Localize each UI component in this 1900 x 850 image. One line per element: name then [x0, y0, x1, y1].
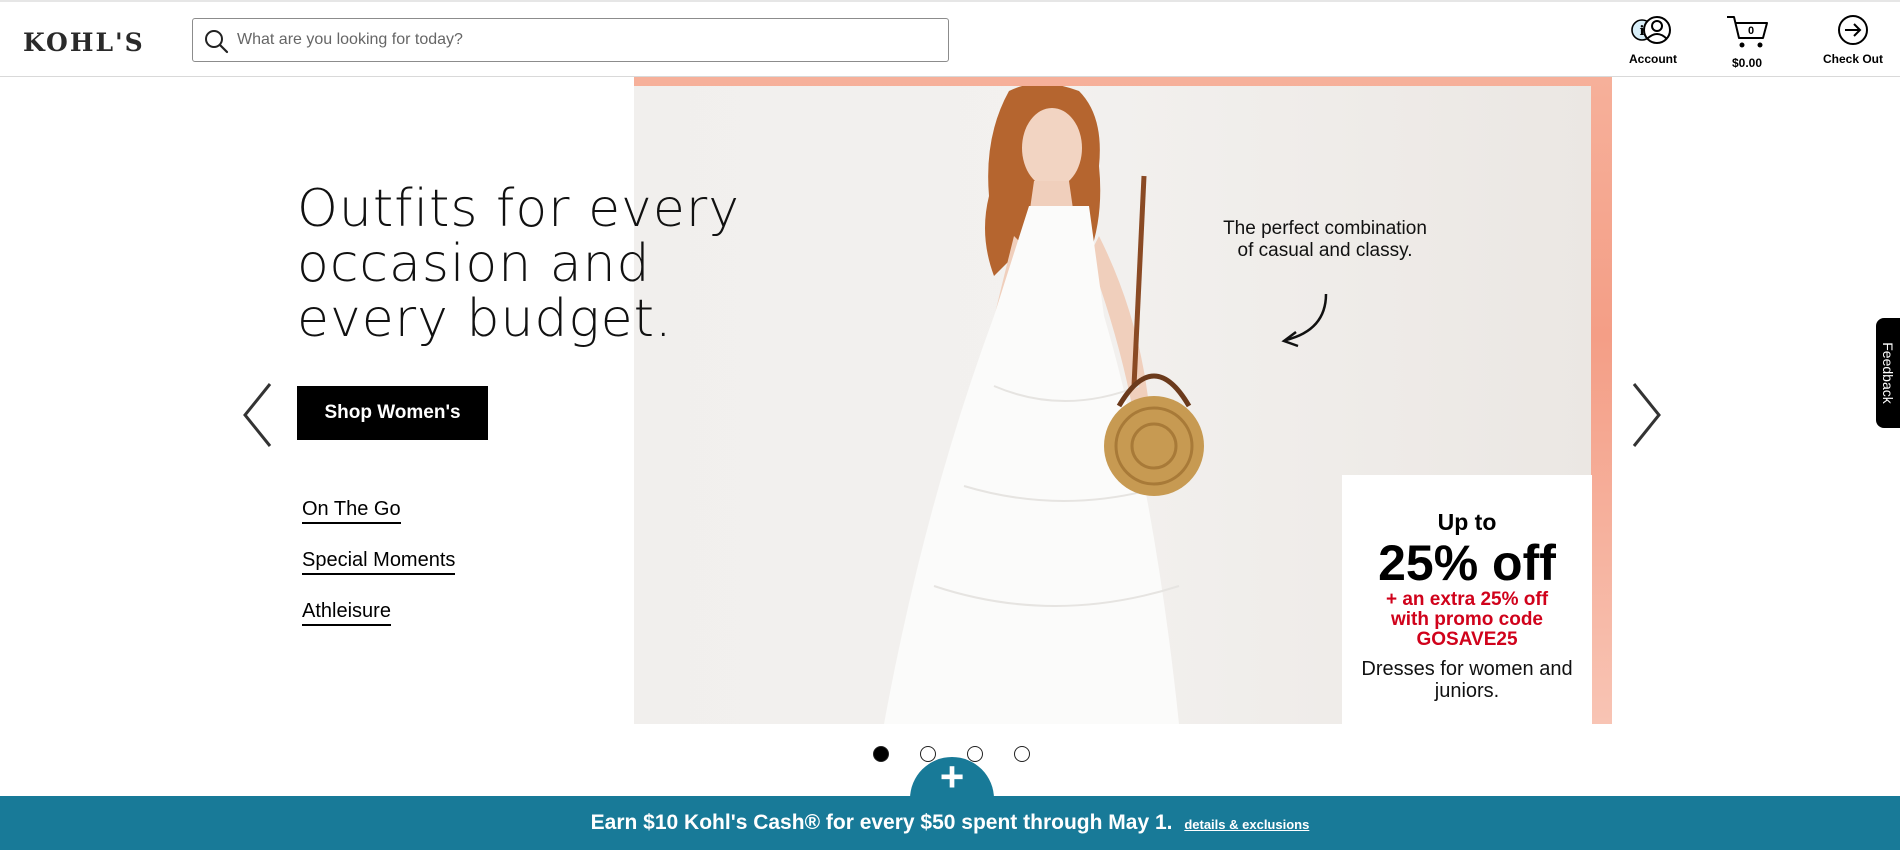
kohls-cash-banner: Earn $10 Kohl's Cash® for every $50 spen…	[0, 796, 1900, 850]
chevron-left-icon[interactable]	[240, 380, 274, 450]
feedback-tab[interactable]: Feedback	[1876, 318, 1900, 428]
account-label: Account	[1629, 52, 1677, 66]
account-button[interactable]: i Account	[1618, 14, 1688, 66]
promo-box[interactable]: Up to 25% off + an extra 25% off with pr…	[1342, 475, 1592, 724]
site-header: KOHL'S i Account 0 $0.00	[0, 0, 1900, 77]
search-icon[interactable]	[203, 28, 229, 54]
promo-code: GOSAVE25	[1416, 629, 1518, 650]
promo-discount: 25% off	[1378, 535, 1556, 591]
plus-icon: +	[939, 753, 965, 800]
promo-description: Dresses for women and juniors.	[1361, 658, 1573, 702]
checkout-button[interactable]: Check Out	[1815, 14, 1891, 66]
checkout-arrow-icon	[1838, 15, 1868, 45]
carousel-dot-3[interactable]	[967, 746, 983, 762]
details-exclusions-link[interactable]: details & exclusions	[1184, 817, 1309, 832]
promo-extra-line1: + an extra 25% off	[1385, 589, 1549, 610]
cart-total-label: $0.00	[1731, 56, 1763, 70]
link-on-the-go[interactable]: On The Go	[302, 497, 401, 524]
curved-arrow-icon	[1281, 293, 1328, 348]
promo-extra-line2: with promo code	[1391, 609, 1543, 630]
cart-icon: 0	[1727, 16, 1768, 48]
link-special-moments[interactable]: Special Moments	[302, 548, 456, 575]
hero-headline: Outfits for every occasion and every bud…	[297, 179, 740, 349]
search-input[interactable]	[237, 19, 937, 61]
chevron-right-icon[interactable]	[1630, 380, 1664, 450]
carousel-dot-4[interactable]	[1014, 746, 1030, 762]
kohls-logo[interactable]: KOHL'S	[23, 28, 145, 57]
carousel-dot-2[interactable]	[920, 746, 936, 762]
cart-count: 0	[1748, 25, 1754, 37]
shop-womens-button[interactable]: Shop Women's	[297, 386, 488, 440]
checkout-label: Check Out	[1822, 52, 1883, 66]
feedback-label: Feedback	[1880, 342, 1896, 404]
hero-tagline: The perfect combination of casual and cl…	[1223, 218, 1427, 261]
promo-upto: Up to	[1437, 509, 1497, 535]
cart-button[interactable]: 0 $0.00	[1715, 14, 1779, 70]
banner-text: Earn $10 Kohl's Cash® for every $50 spen…	[590, 811, 1173, 834]
link-athleisure[interactable]: Athleisure	[302, 599, 391, 626]
account-icon: i	[1631, 16, 1671, 44]
carousel-dot-1[interactable]	[873, 746, 889, 762]
search-bar[interactable]	[192, 18, 949, 62]
